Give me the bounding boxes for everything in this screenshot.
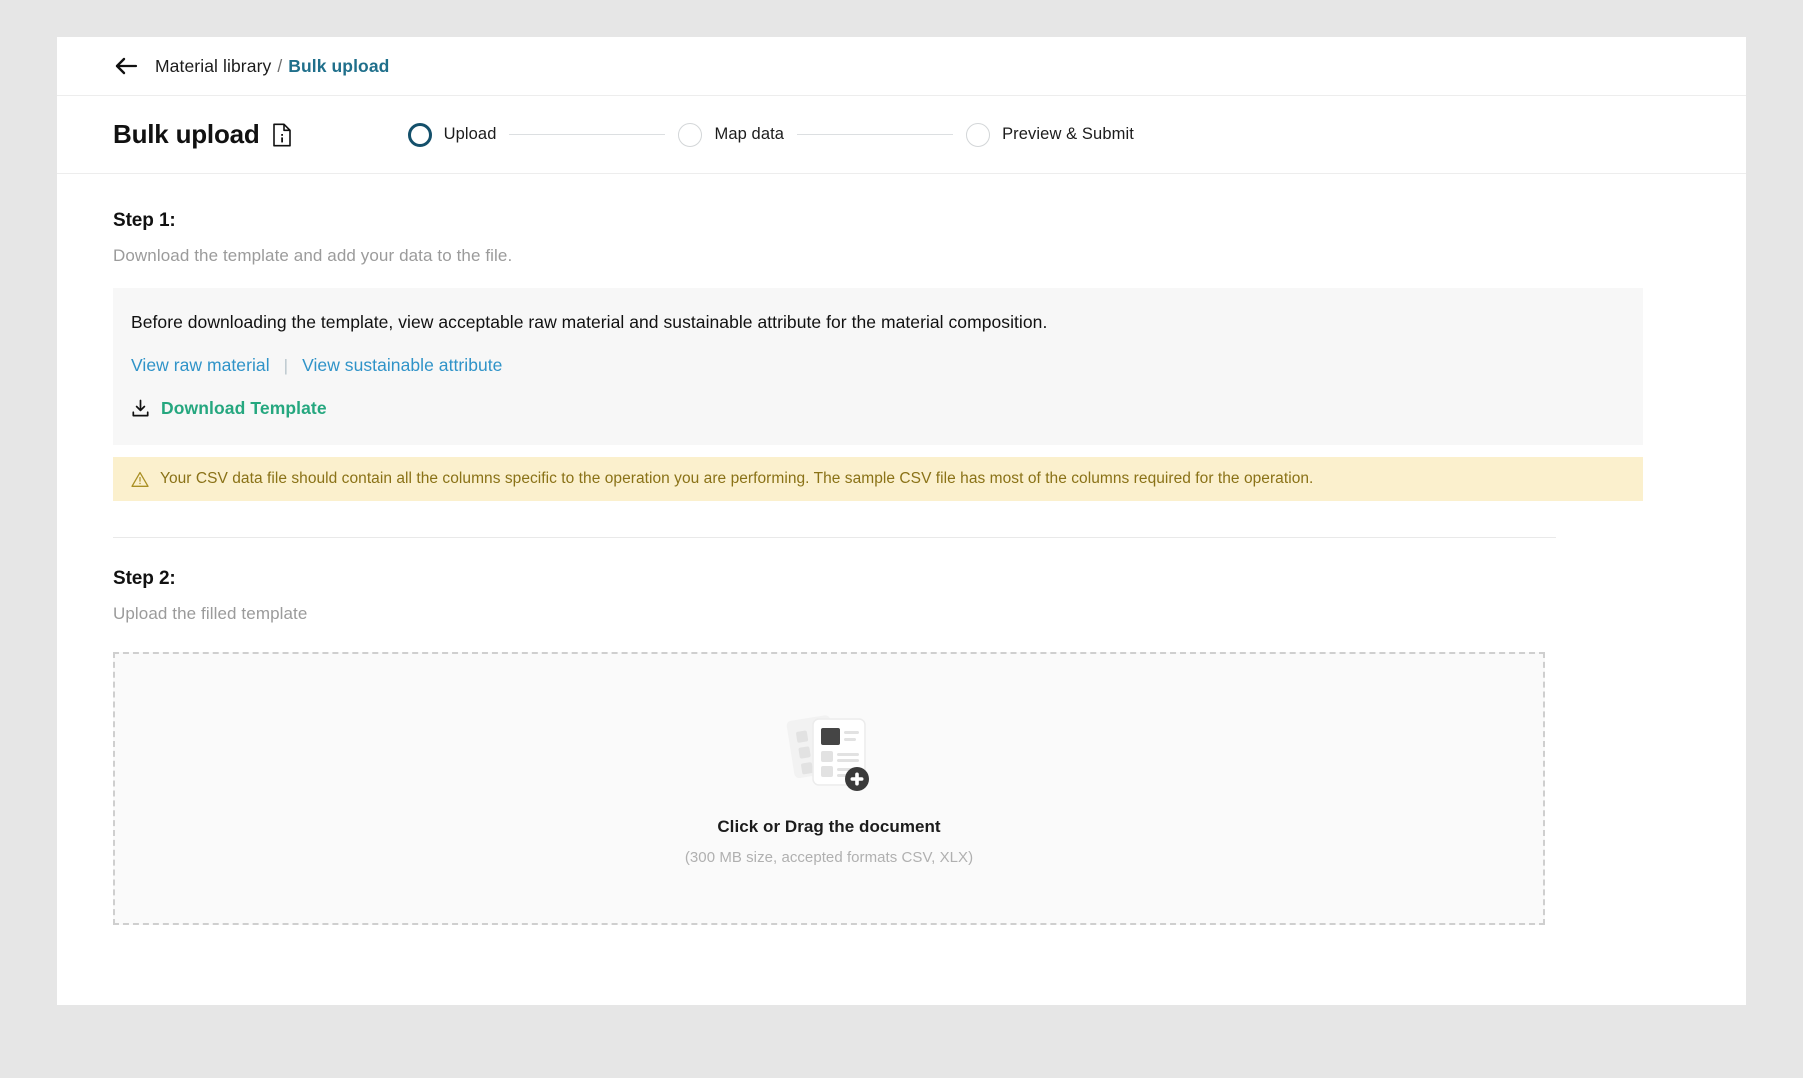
title-bar: Bulk upload Upload Map data Preview & Su… — [57, 96, 1746, 174]
step-upload-circle — [407, 122, 432, 147]
dropzone-hint: (300 MB size, accepted formats CSV, XLX) — [684, 849, 974, 866]
content-area: Step 1: Download the template and add yo… — [57, 174, 1746, 925]
breadcrumb-separator: / — [277, 55, 283, 76]
step-map-data-label: Map data — [714, 125, 785, 143]
step1-subtitle: Download the template and add your data … — [113, 246, 513, 265]
link-separator: | — [283, 355, 289, 375]
dropzone-title: Click or Drag the document — [717, 817, 941, 836]
step-map-data[interactable]: Map data — [678, 122, 785, 147]
documents-add-icon — [783, 711, 875, 797]
step2-heading: Step 2: — [113, 568, 176, 589]
breadcrumb-material-library[interactable]: Material library — [155, 56, 271, 77]
step-connector-2 — [797, 133, 954, 136]
template-info-panel: Before downloading the template, view ac… — [113, 288, 1643, 445]
section-divider — [113, 537, 1556, 538]
step2-section: Step 2: Upload the filled template Click… — [113, 568, 1690, 925]
download-template-button[interactable]: Download Template — [131, 398, 1625, 419]
step-preview-submit[interactable]: Preview & Submit — [966, 122, 1134, 147]
csv-warning-banner: Your CSV data file should contain all th… — [113, 457, 1643, 501]
breadcrumb-bulk-upload: Bulk upload — [288, 55, 390, 76]
warning-triangle-icon — [131, 471, 149, 488]
step-preview-submit-circle — [966, 122, 991, 147]
step2-subtitle: Upload the filled template — [113, 604, 308, 623]
page-card: Material library / Bulk upload Bulk uplo… — [57, 37, 1746, 1005]
reference-links: View raw material | View sustainable att… — [131, 355, 1625, 376]
step-map-data-circle — [678, 122, 703, 147]
download-template-label: Download Template — [161, 398, 327, 418]
breadcrumb: Material library / Bulk upload — [57, 37, 1746, 96]
page-title: Bulk upload — [113, 119, 260, 149]
stepper: Upload Map data Preview & Submit — [407, 122, 1134, 147]
view-raw-material-link[interactable]: View raw material — [131, 355, 270, 376]
csv-warning-text: Your CSV data file should contain all th… — [160, 470, 1314, 487]
back-arrow-icon[interactable] — [113, 53, 139, 79]
download-icon — [131, 399, 150, 418]
step1-heading: Step 1: — [113, 210, 176, 231]
template-info-title: Before downloading the template, view ac… — [131, 312, 1048, 332]
step-connector-1 — [509, 133, 666, 136]
view-sustainable-attribute-link[interactable]: View sustainable attribute — [302, 355, 502, 376]
file-info-icon — [272, 123, 292, 147]
step-upload-label: Upload — [443, 125, 497, 143]
file-dropzone[interactable]: Click or Drag the document (300 MB size,… — [113, 652, 1545, 925]
step-upload[interactable]: Upload — [407, 122, 497, 147]
step-preview-submit-label: Preview & Submit — [1002, 125, 1134, 143]
